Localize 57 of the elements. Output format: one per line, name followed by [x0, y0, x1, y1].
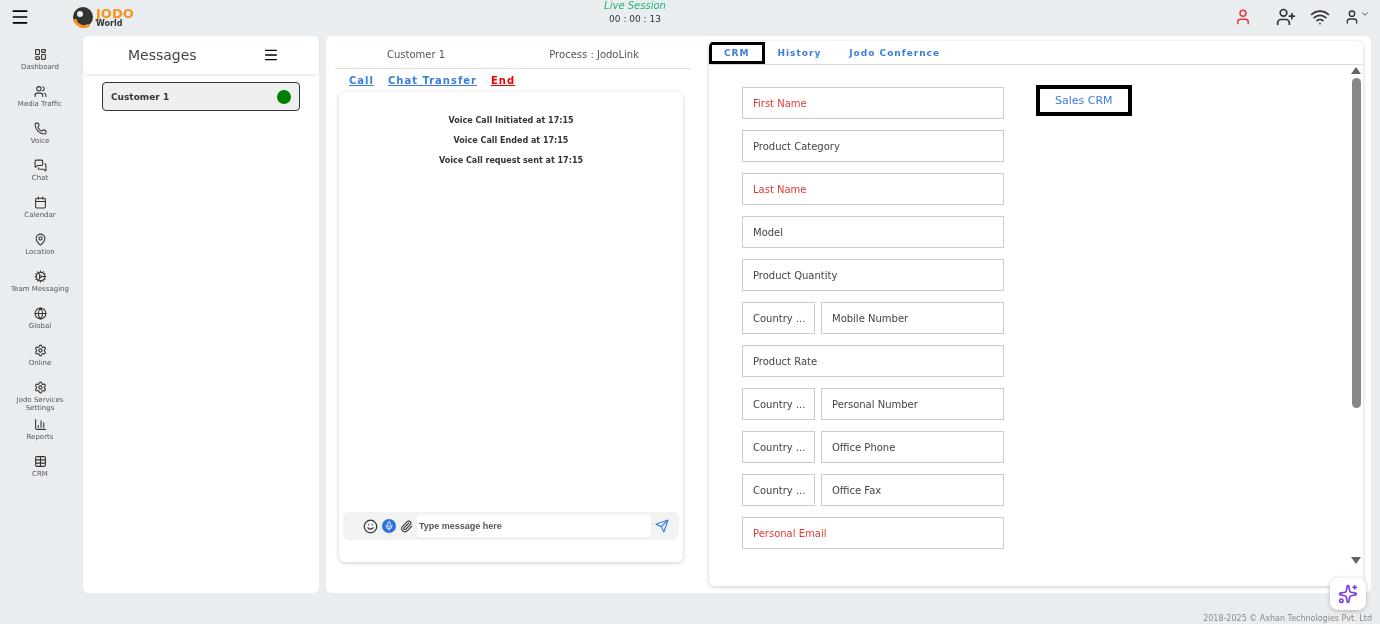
chat-bubbles-icon	[33, 159, 47, 172]
chart-icon	[33, 418, 47, 431]
form-field[interactable]: Office Fax	[821, 474, 1004, 506]
customer-name: Customer 1	[387, 49, 446, 60]
form-field[interactable]: Model	[742, 216, 1004, 248]
wifi-icon[interactable]	[1310, 7, 1330, 27]
form-field[interactable]: Mobile Number	[821, 302, 1004, 334]
session-timer: 00 : 00 : 13	[609, 14, 661, 24]
calendar-icon	[33, 196, 47, 209]
globe-logo-icon	[72, 6, 94, 28]
chat-event: Voice Call Ended at 17:15	[452, 136, 570, 145]
sales-crm-tab[interactable]: Sales CRM	[1036, 85, 1132, 116]
logo-title: JODO	[96, 6, 134, 20]
form-field[interactable]: Personal Email	[742, 517, 1004, 549]
messages-title: Messages	[128, 47, 197, 63]
profile-icon[interactable]	[1344, 9, 1370, 25]
action-link[interactable]: End	[490, 75, 516, 86]
phone-icon	[33, 122, 47, 135]
menu-icon[interactable]	[263, 47, 279, 63]
form-field[interactable]: Personal Number	[821, 388, 1004, 420]
country-select[interactable]: Country ...	[742, 302, 815, 334]
country-select[interactable]: Country ...	[742, 474, 815, 506]
chat-event: Voice Call request sent at 17:15	[437, 156, 584, 165]
smiley-icon[interactable]	[363, 518, 378, 534]
send-icon[interactable]	[655, 519, 669, 533]
map-pin-icon	[33, 233, 47, 246]
people-icon	[33, 85, 47, 98]
action-link[interactable]: Call	[349, 75, 374, 86]
microphone-icon[interactable]	[382, 519, 396, 533]
chat-event: Voice Call Initiated at 17:15	[447, 116, 575, 125]
country-select[interactable]: Country ...	[742, 388, 815, 420]
process-name: Process : JodoLink	[549, 49, 639, 60]
logo-subtitle: World	[96, 19, 123, 28]
globe-icon	[33, 307, 47, 320]
paperclip-icon[interactable]	[400, 519, 413, 533]
message-input[interactable]: Type message here	[417, 515, 651, 537]
form-field[interactable]: Office Phone	[821, 431, 1004, 463]
sparkles-button[interactable]	[1330, 578, 1366, 610]
table-icon	[33, 455, 47, 468]
country-select[interactable]: Country ...	[742, 431, 815, 463]
form-field[interactable]: Product Category	[742, 130, 1004, 162]
action-link[interactable]: Chat Transfer	[387, 75, 477, 86]
form-field[interactable]: Last Name	[742, 173, 1004, 205]
menu-icon[interactable]	[10, 7, 30, 27]
form-field[interactable]: Product Rate	[742, 345, 1004, 377]
form-field[interactable]: First Name	[742, 87, 1004, 119]
session-label: Live Session	[604, 0, 666, 11]
user-icon[interactable]	[1234, 8, 1252, 26]
add-user-icon[interactable]	[1276, 7, 1296, 27]
contact-item[interactable]: Customer 1	[102, 82, 300, 111]
copyright-text: 2018-2025 © Axhan Technologies Pvt. Ltd	[1203, 614, 1372, 624]
form-field[interactable]: Product Quantity	[742, 259, 1004, 291]
crm-tab[interactable]: History	[762, 41, 837, 64]
sparkles-icon	[1338, 584, 1358, 604]
crm-tab[interactable]: Jodo Confernce	[834, 41, 956, 64]
crm-tab[interactable]: CRM	[709, 41, 765, 64]
dashboard-icon	[33, 48, 47, 61]
